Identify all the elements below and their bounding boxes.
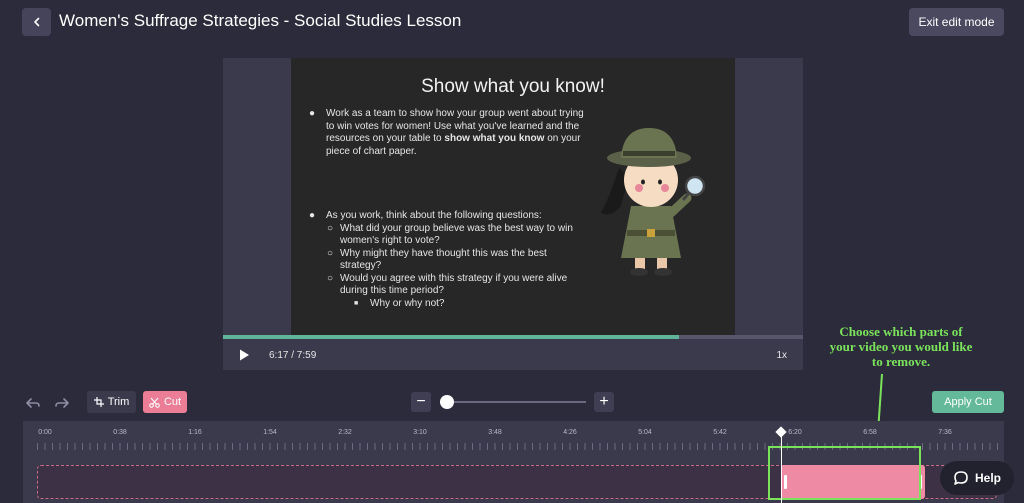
help-button[interactable]: Help bbox=[940, 461, 1014, 495]
video-player[interactable]: Show what you know! ● Work as a team to … bbox=[223, 58, 803, 370]
timecode: 6:17 / 7:59 bbox=[269, 350, 317, 361]
zoom-slider-thumb[interactable] bbox=[440, 395, 454, 409]
back-button[interactable] bbox=[22, 8, 51, 36]
exit-edit-mode-button[interactable]: Exit edit mode bbox=[909, 8, 1004, 36]
trim-icon bbox=[93, 397, 104, 407]
ruler-tick-label: 5:42 bbox=[713, 429, 727, 436]
timeline[interactable]: 0:00 0:38 1:16 1:54 2:32 3:10 3:48 4:26 5:04 5:42… bbox=[23, 421, 1004, 503]
zoom-out-button[interactable]: − bbox=[411, 392, 431, 412]
ruler-tick-label: 1:54 bbox=[263, 429, 277, 436]
playback-speed-button[interactable]: 1x bbox=[776, 350, 787, 361]
back-arrow-icon bbox=[33, 17, 39, 27]
slide-sub-bullet: ○ What did your group believe was the bes… bbox=[327, 222, 573, 247]
ruler-tick-label: 7:36 bbox=[938, 429, 952, 436]
progress-bar[interactable] bbox=[223, 335, 803, 339]
ruler-tick-label: 6:20 bbox=[788, 429, 802, 436]
playhead-line bbox=[781, 433, 783, 503]
progress-fill bbox=[223, 335, 680, 339]
ruler-tick-label: 3:10 bbox=[413, 429, 427, 436]
ruler-tick-label: 1:16 bbox=[188, 429, 202, 436]
redo-icon[interactable] bbox=[54, 396, 70, 410]
chat-bubble-icon bbox=[954, 471, 968, 485]
detective-illustration bbox=[601, 128, 706, 276]
slide-sub-sub-bullet: ■ Why or why not? bbox=[354, 297, 445, 309]
slide-bullets: ● Work as a team to show how your group … bbox=[309, 108, 584, 310]
scissors-icon bbox=[149, 397, 160, 408]
undo-icon[interactable] bbox=[25, 396, 41, 410]
page-title: Women's Suffrage Strategies - Social Stu… bbox=[59, 11, 462, 30]
zoom-slider-track[interactable] bbox=[440, 401, 586, 403]
play-icon[interactable] bbox=[237, 348, 251, 362]
ruler-tick-label: 2:32 bbox=[338, 429, 352, 436]
slide-sub-bullet: ○ Would you agree with this strategy if y… bbox=[327, 272, 568, 297]
cut-button[interactable]: Cut bbox=[143, 391, 187, 413]
annotation-callout: Choose which parts of your video you wou… bbox=[829, 324, 973, 369]
trim-button[interactable]: Trim bbox=[87, 391, 136, 413]
slide-sub-bullet: ○ Why might they have thought this was th… bbox=[327, 247, 547, 272]
ruler-tick-label: 6:58 bbox=[863, 429, 877, 436]
apply-cut-button[interactable]: Apply Cut bbox=[932, 391, 1004, 413]
slide-bullet: ● Work as a team to show how your group … bbox=[309, 108, 584, 157]
ruler-tick-label: 5:04 bbox=[638, 429, 652, 436]
zoom-in-button[interactable]: + bbox=[594, 392, 614, 412]
slide-bullet: ● As you work, think about the following … bbox=[309, 210, 542, 221]
annotation-highlight-box bbox=[768, 446, 921, 500]
slide-heading: Show what you know! bbox=[421, 76, 605, 97]
video-frame[interactable]: Show what you know! ● Work as a team to … bbox=[291, 58, 735, 335]
ruler-tick-label: 0:00 bbox=[38, 429, 52, 436]
ruler-tick-label: 4:26 bbox=[563, 429, 577, 436]
ruler-tick-label: 3:48 bbox=[488, 429, 502, 436]
ruler-tick-label: 0:38 bbox=[113, 429, 127, 436]
